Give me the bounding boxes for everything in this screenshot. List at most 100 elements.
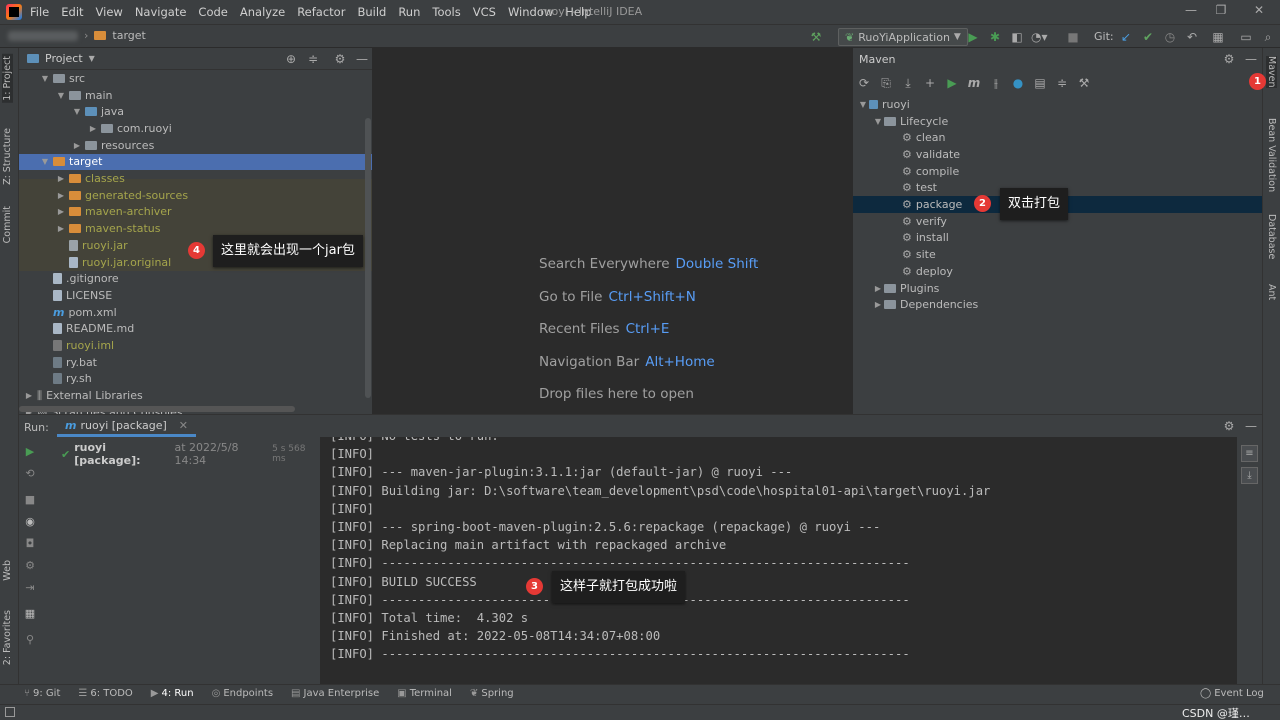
project-tree-row[interactable]: LICENSE [19, 287, 372, 304]
coverage-icon[interactable]: ◧ [1009, 29, 1025, 45]
camera-icon[interactable]: ◘ [22, 537, 38, 553]
tab-maven[interactable]: Maven [1266, 56, 1277, 88]
tab-database[interactable]: Database [1266, 214, 1277, 259]
menu-item-run[interactable]: Run [398, 5, 420, 19]
collapsed-arrow-icon[interactable]: ▶ [872, 284, 884, 293]
gear-icon[interactable]: ⚙ [1221, 51, 1237, 67]
soft-wrap-icon[interactable]: ≡ [1241, 445, 1258, 462]
gear-icon[interactable]: ⚙ [1221, 418, 1237, 434]
skip-tests-icon[interactable]: ● [1007, 76, 1029, 90]
gear-icon[interactable]: ⚙ [332, 51, 348, 67]
expanded-arrow-icon[interactable]: ▼ [857, 100, 869, 109]
git-commit-icon[interactable]: ✔ [1140, 29, 1156, 45]
maven-tree-row[interactable]: ▼ Lifecycle [853, 113, 1262, 130]
close-icon[interactable]: ✕ [179, 419, 188, 432]
collapsed-arrow-icon[interactable]: ▶ [872, 300, 884, 309]
project-tree-row[interactable]: ▼ java [19, 103, 372, 120]
vertical-scrollbar[interactable] [365, 118, 371, 398]
git-update-icon[interactable]: ↙ [1118, 29, 1134, 45]
maven-tree-row[interactable]: ⚙ install [853, 230, 1262, 247]
menu-item-analyze[interactable]: Analyze [240, 5, 285, 19]
project-tree-row[interactable]: README.md [19, 321, 372, 338]
collapse-all-icon[interactable]: ≑ [1051, 76, 1073, 90]
debug-icon[interactable]: ✱ [987, 29, 1003, 45]
stop-icon[interactable]: ■ [22, 493, 38, 509]
run-config-select[interactable]: ❦ RuoYiApplication ▼ [838, 28, 968, 46]
project-tree-row[interactable]: .gitignore [19, 270, 372, 287]
bottom-tab[interactable]: ▤ Java Enterprise [291, 688, 379, 699]
project-tree-row[interactable]: ▼ src [19, 70, 372, 87]
maven-tree-row[interactable]: ⚙ site [853, 246, 1262, 263]
project-tree-row[interactable]: ▼ target [19, 153, 372, 171]
tab-web[interactable]: Web [2, 560, 13, 581]
maven-tree-row[interactable]: ⚙ clean [853, 129, 1262, 146]
add-icon[interactable]: + [919, 76, 941, 90]
expanded-arrow-icon[interactable]: ▼ [39, 74, 51, 83]
event-log-button[interactable]: ◯ Event Log [1200, 688, 1264, 699]
tab-favorites[interactable]: 2: Favorites [2, 610, 13, 665]
exit-icon[interactable]: ⇥ [22, 581, 38, 597]
bottom-tab[interactable]: ☰ 6: TODO [78, 688, 132, 699]
menu-item-refactor[interactable]: Refactor [297, 5, 345, 19]
tab-bean-validation[interactable]: Bean Validation [1266, 118, 1277, 192]
rerun-failed-icon[interactable]: ⟲ [22, 467, 38, 483]
minimize-icon[interactable]: — [1176, 3, 1206, 21]
maven-tree-row[interactable]: ▼ ruoyi [853, 96, 1262, 113]
download-icon[interactable]: ⤓ [897, 76, 919, 91]
run-tab-ruoyi-package[interactable]: m ruoyi [package] ✕ [57, 417, 196, 437]
rerun-icon[interactable]: ▶ [22, 445, 38, 461]
layout-icon[interactable]: ▦ [22, 607, 38, 623]
menu-item-navigate[interactable]: Navigate [135, 5, 187, 19]
bottom-tab[interactable]: ▶ 4: Run [151, 688, 194, 699]
menu-item-code[interactable]: Code [198, 5, 227, 19]
toggle-offline-icon[interactable]: ⫲ [985, 76, 1007, 91]
collapsed-arrow-icon[interactable]: ▶ [55, 224, 67, 233]
scroll-to-end-icon[interactable]: ⤓ [1241, 467, 1258, 484]
hide-icon[interactable]: — [354, 51, 370, 67]
maven-tree-row[interactable]: ⚙ compile [853, 163, 1262, 180]
maven-tree-row[interactable]: ⚙ validate [853, 146, 1262, 163]
menu-item-vcs[interactable]: VCS [473, 5, 496, 19]
menu-item-file[interactable]: File [30, 5, 49, 19]
project-structure-icon[interactable]: ▦ [1210, 29, 1226, 45]
project-tree-row[interactable]: ▶ ⫼ External Libraries [19, 387, 372, 404]
bottom-tab[interactable]: ❦ Spring [470, 688, 514, 699]
tab-commit[interactable]: Commit [2, 206, 13, 243]
menu-item-build[interactable]: Build [357, 5, 386, 19]
horizontal-scrollbar[interactable] [19, 406, 295, 412]
tab-project[interactable]: 1: Project [2, 54, 13, 103]
project-tree-row[interactable]: ry.bat [19, 354, 372, 371]
pin-icon[interactable]: ⚲ [22, 633, 38, 649]
maximize-icon[interactable]: ❐ [1206, 3, 1236, 21]
history-icon[interactable]: ◷ [1162, 29, 1178, 45]
project-tree-row[interactable]: ruoyi.iml [19, 337, 372, 354]
run-tree-item[interactable]: ✔ ruoyi [package]: at 2022/5/8 14:34 5 s… [61, 441, 319, 467]
collapse-all-icon[interactable]: ≑ [305, 51, 321, 67]
bottom-tab[interactable]: ⑂ 9: Git [24, 688, 60, 699]
presentation-icon[interactable]: ▭ [1238, 29, 1254, 45]
project-tree-row[interactable]: m pom.xml [19, 304, 372, 321]
project-tree-row[interactable]: ▶ maven-archiver [19, 204, 372, 221]
collapsed-arrow-icon[interactable]: ▶ [87, 124, 99, 133]
bottom-tab[interactable]: ▣ Terminal [397, 688, 452, 699]
menu-item-tools[interactable]: Tools [432, 5, 460, 19]
collapsed-arrow-icon[interactable]: ▶ [55, 207, 67, 216]
tab-ant[interactable]: Ant [1266, 284, 1277, 300]
locate-icon[interactable]: ⊕ [283, 51, 299, 67]
project-tree-row[interactable]: ▶ com.ruoyi [19, 120, 372, 137]
build-hammer-icon[interactable]: ⚒ [808, 29, 824, 45]
maven-tree-row[interactable]: ▶ Dependencies [853, 296, 1262, 313]
project-tree-row[interactable]: ▶ generated-sources [19, 187, 372, 204]
maven-tree-row[interactable]: ▶ Plugins [853, 280, 1262, 297]
hide-icon[interactable]: — [1243, 418, 1259, 434]
breadcrumb[interactable]: › target [8, 29, 146, 42]
collapsed-arrow-icon[interactable]: ▶ [71, 141, 83, 150]
run-icon[interactable]: ▶ [965, 29, 981, 45]
hide-icon[interactable]: — [1243, 51, 1259, 67]
reload-icon[interactable]: ⟳ [853, 76, 875, 90]
run-icon[interactable]: ▶ [941, 76, 963, 90]
collapsed-arrow-icon[interactable]: ▶ [55, 174, 67, 183]
show-dependencies-icon[interactable]: ▤ [1029, 76, 1051, 90]
tab-structure[interactable]: Z: Structure [2, 128, 13, 185]
bottom-tab[interactable]: ◎ Endpoints [212, 688, 273, 699]
